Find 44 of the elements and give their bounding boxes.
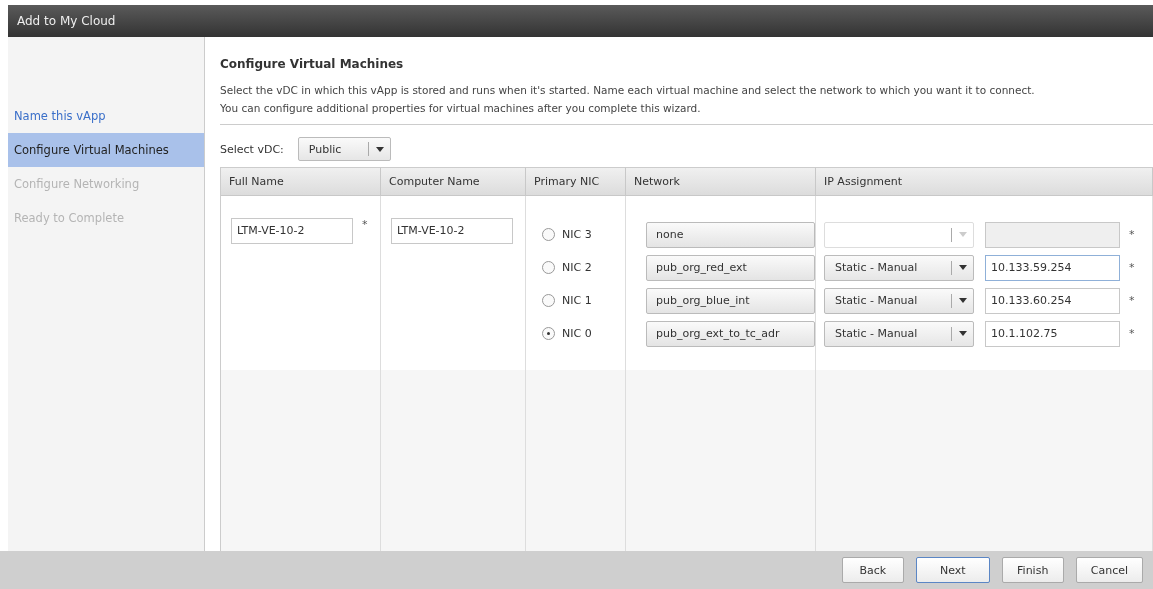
computer-name-field[interactable]: LTM-VE-10-2 — [391, 218, 513, 244]
column-header: Network — [626, 167, 816, 196]
network-dropdown[interactable]: pub_org_red_ext — [646, 254, 815, 281]
wizard-button[interactable]: Next — [915, 557, 990, 583]
nic-label: NIC 2 — [562, 261, 592, 274]
nic-radio[interactable] — [542, 261, 555, 274]
network-dropdown[interactable]: pub_org_ext_to_tc_adr — [646, 320, 815, 347]
ip-address-field[interactable]: 10.133.60.254 — [985, 287, 1120, 314]
ip-mode-dropdown[interactable]: Static - Manual — [824, 287, 974, 314]
column-header: Computer Name — [381, 167, 526, 196]
caret-icon — [959, 331, 967, 336]
wizard-step[interactable]: Configure Virtual Machines — [8, 133, 204, 167]
nic-radio[interactable] — [542, 294, 555, 307]
wizard-button[interactable]: Finish — [1001, 557, 1064, 583]
ip-mode-dropdown[interactable]: Static - Manual — [824, 320, 974, 347]
required-mark: * — [1129, 228, 1135, 241]
description: Select the vDC in which this vApp is stored and runs when it's started. Name each virtual machine and select the network to which you want it to connect. You can configure additional properties for virtual machines after you complete this wizard. — [220, 81, 1153, 125]
window-title: Add to My Cloud — [17, 14, 116, 28]
full-name-field[interactable]: LTM-VE-10-2 — [231, 218, 353, 244]
required-mark: * — [1129, 327, 1135, 340]
nic-label: NIC 0 — [562, 327, 592, 340]
nic-label: NIC 1 — [562, 294, 592, 307]
wizard-step[interactable]: Name this vApp — [8, 99, 204, 133]
ip-address-field[interactable]: 10.133.59.254 — [985, 254, 1120, 281]
caret-icon — [959, 232, 967, 237]
required-mark: * — [362, 218, 368, 231]
caret-icon — [959, 298, 967, 303]
required-mark: * — [1129, 261, 1135, 274]
vdc-label: Select vDC: — [220, 142, 284, 156]
wizard-button[interactable]: Back — [841, 557, 904, 583]
ip-mode-dropdown[interactable]: Static - Manual — [824, 254, 974, 281]
page-heading: Configure Virtual Machines — [220, 57, 405, 71]
required-mark: * — [1129, 294, 1135, 307]
column-header: IP Assignment — [816, 167, 1153, 196]
network-dropdown[interactable]: pub_org_blue_int — [646, 287, 815, 314]
column-header: Full Name — [221, 167, 381, 196]
nic-radio[interactable] — [542, 327, 555, 340]
column-header: Primary NIC — [526, 167, 626, 196]
ip-address-field[interactable]: 10.1.102.75 — [985, 320, 1120, 347]
caret-icon — [959, 265, 967, 270]
vdc-dropdown[interactable]: Public — [297, 137, 391, 161]
wizard-button[interactable]: Cancel — [1075, 557, 1143, 583]
caret-icon — [375, 146, 384, 152]
nic-label: NIC 3 — [562, 228, 592, 241]
